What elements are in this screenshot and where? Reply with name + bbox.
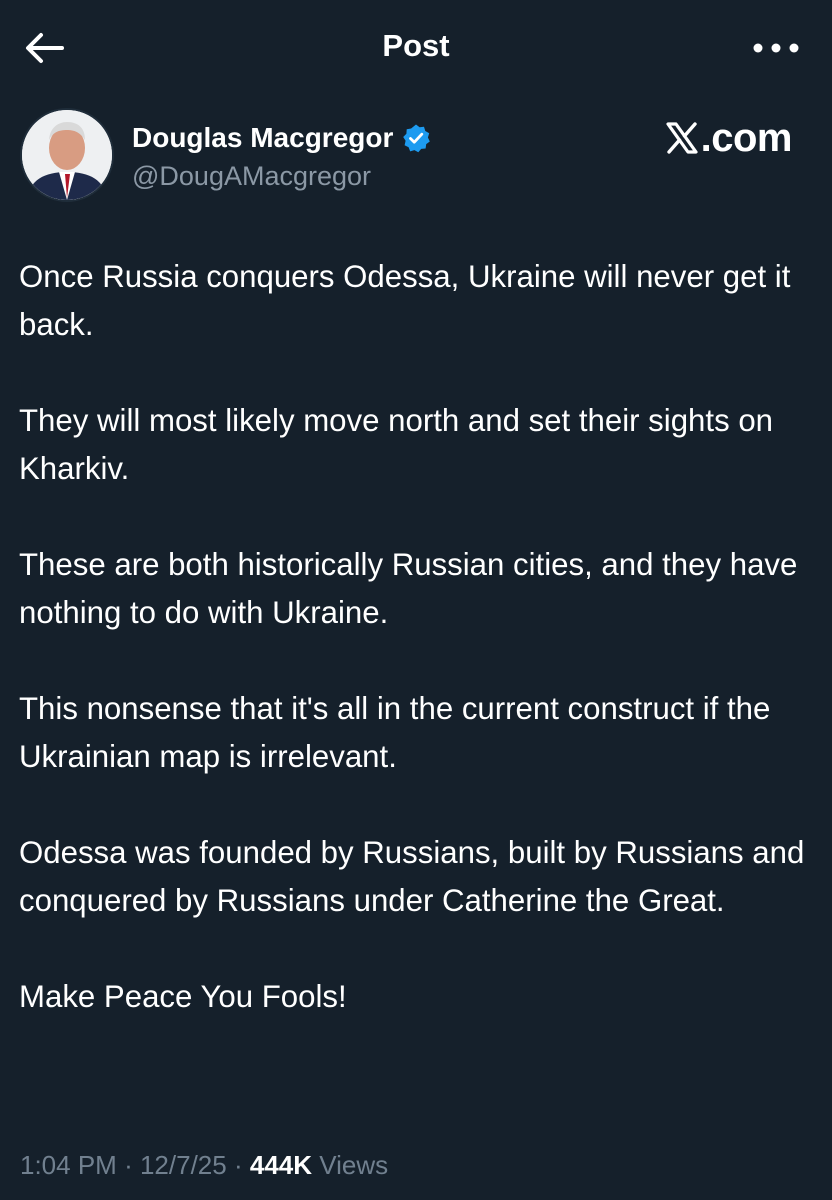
tweet-paragraph: They will most likely move north and set… <box>19 403 774 486</box>
author-header: Douglas Macgregor @DougAMacgregor .com <box>0 104 832 208</box>
more-options-button[interactable] <box>750 30 802 66</box>
post-date[interactable]: 12/7/25 <box>140 1150 227 1180</box>
tweet-paragraph: Odessa was founded by Russians, built by… <box>19 835 805 918</box>
tweet-text: Once Russia conquers Odessa, Ukraine wil… <box>19 253 819 1021</box>
tweet-paragraph: Once Russia conquers Odessa, Ukraine wil… <box>19 259 791 342</box>
author-name-row: Douglas Macgregor <box>132 118 431 158</box>
back-button[interactable] <box>22 26 66 70</box>
author-handle[interactable]: @DougAMacgregor <box>132 156 371 196</box>
arrow-left-icon <box>26 33 64 63</box>
page-title: Post <box>382 28 450 63</box>
views-label: Views <box>319 1150 389 1180</box>
profile-photo-icon <box>22 110 112 200</box>
top-bar: Post <box>0 0 832 96</box>
post-time[interactable]: 1:04 PM <box>20 1150 117 1180</box>
x-logo-icon <box>666 122 698 154</box>
avatar[interactable] <box>20 108 114 202</box>
watermark-text: .com <box>700 116 793 160</box>
tweet-paragraph: Make Peace You Fools! <box>19 979 347 1014</box>
author-name[interactable]: Douglas Macgregor <box>132 118 393 158</box>
verified-badge-icon <box>403 124 431 153</box>
post-metadata: 1:04 PM · 12/7/25 · 444K Views <box>20 1145 388 1185</box>
more-horizontal-icon <box>753 43 799 53</box>
page-title-wrap: Post <box>0 26 832 66</box>
views-count: 444K <box>249 1150 313 1180</box>
meta-separator: · <box>124 1150 133 1180</box>
tweet-paragraph: These are both historically Russian citi… <box>19 547 798 630</box>
watermark: .com <box>665 114 793 162</box>
meta-separator: · <box>233 1150 243 1180</box>
tweet-paragraph: This nonsense that it's all in the curre… <box>19 691 771 774</box>
